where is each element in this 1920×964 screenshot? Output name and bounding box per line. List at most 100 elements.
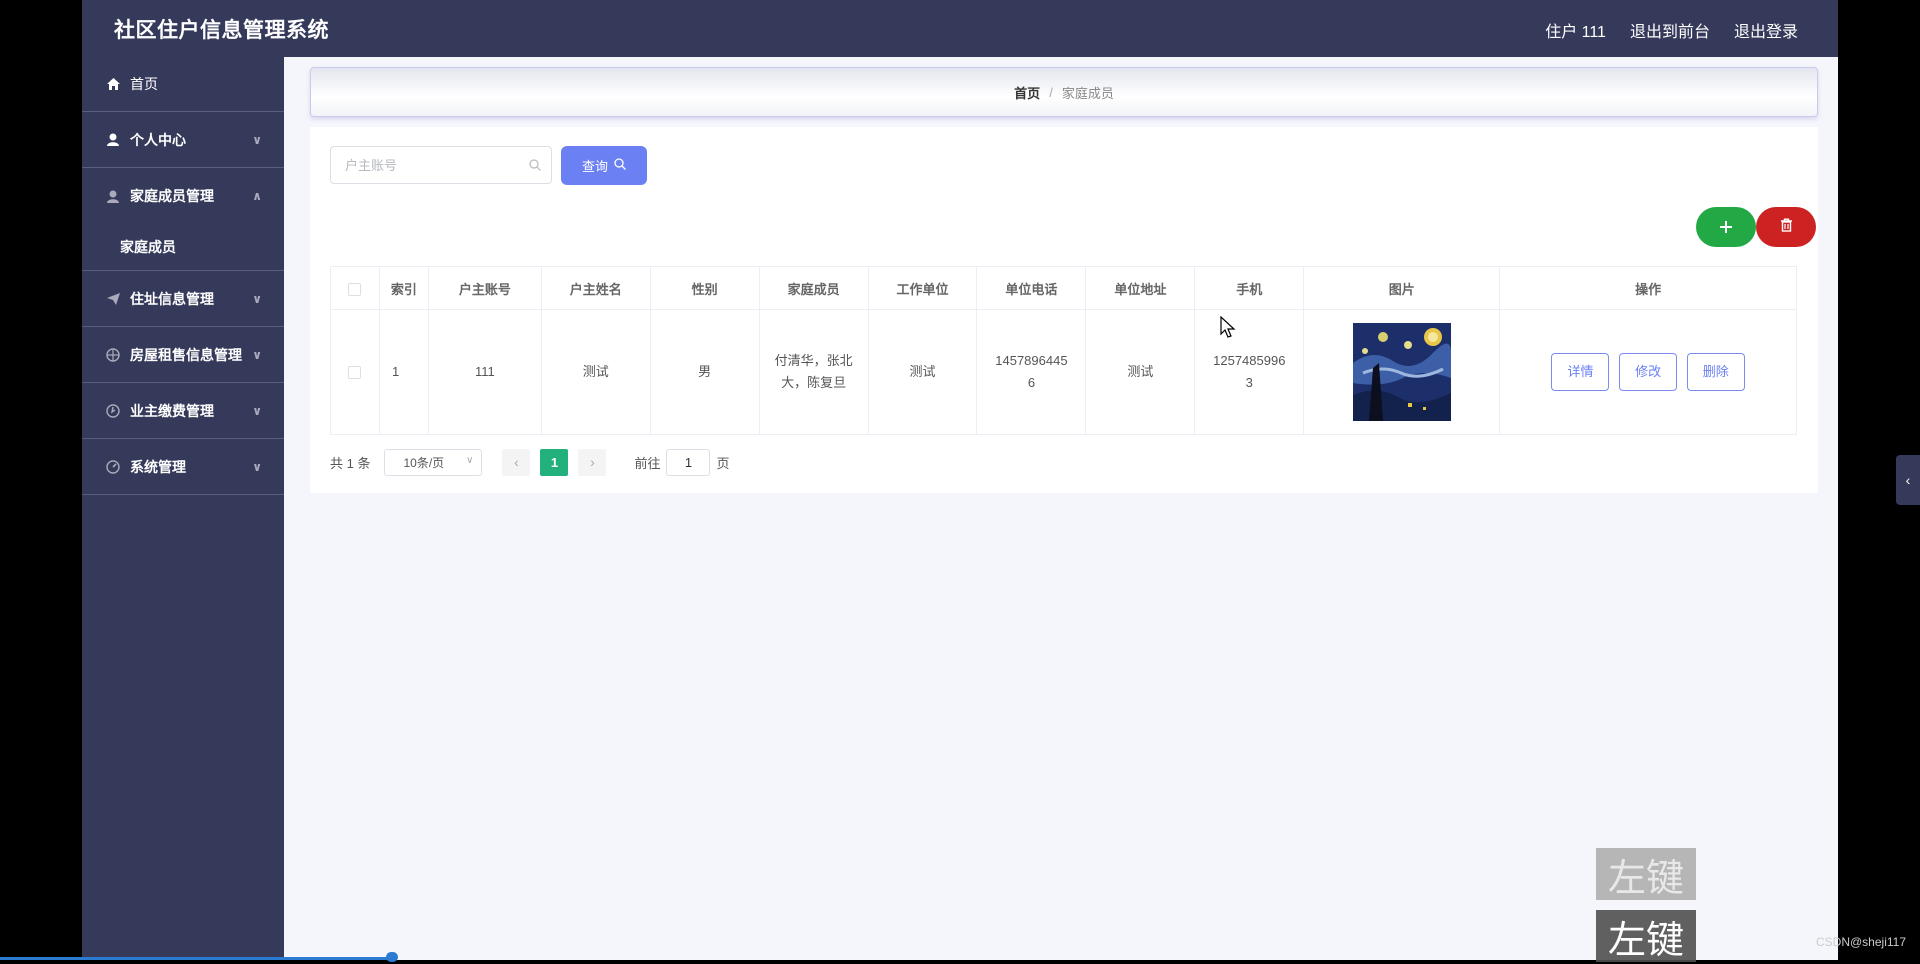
members-line: 大，陈复旦: [781, 375, 847, 390]
compass-icon: [106, 347, 120, 362]
trash-icon: [1780, 218, 1793, 237]
cell-actions: 详情 修改 删除: [1499, 309, 1797, 435]
sidebar-item-label: 个人中心: [130, 131, 186, 148]
watermark: CSDN@sheji117: [1816, 935, 1906, 949]
sidebar-item-label: 家庭成员管理: [130, 188, 214, 204]
sidebar-item-payment-mgmt[interactable]: 业主缴费管理 ∨: [82, 383, 284, 439]
chevron-down-icon: ∨: [252, 459, 262, 474]
column-header: 单位电话: [976, 266, 1087, 310]
key-press-overlay: 左键: [1596, 910, 1696, 962]
send-icon: [106, 292, 120, 306]
column-header: 性别: [649, 266, 760, 310]
chevron-left-icon: ‹: [1905, 472, 1911, 488]
search-field[interactable]: [330, 146, 552, 184]
plus-icon: [1719, 214, 1733, 240]
column-header: 家庭成员: [758, 266, 869, 310]
sidebar-item-label: 首页: [130, 76, 158, 92]
chevron-down-icon: ∨: [466, 454, 474, 466]
chevron-down-icon: ∨: [252, 132, 262, 147]
search-icon: [614, 158, 626, 173]
select-all-checkbox[interactable]: [348, 282, 362, 296]
column-header: 操作: [1499, 266, 1797, 310]
sidebar-item-label: 业主缴费管理: [130, 402, 214, 419]
sidebar: 首页 个人中心 ∨ 家庭成员管理 ∧ 家庭成员 住址信息管理 ∨ 房屋租售信息管…: [82, 57, 284, 960]
row-checkbox[interactable]: [348, 366, 362, 380]
chevron-right-icon: ›: [590, 454, 595, 470]
mobile-line: 1257485996: [1213, 353, 1286, 368]
chevron-down-icon: ∨: [252, 403, 262, 418]
header-actions: 住户 111 退出到前台 退出登录: [1545, 18, 1798, 42]
delete-button[interactable]: 删除: [1686, 353, 1745, 391]
user-icon: [106, 189, 120, 203]
sidebar-item-home[interactable]: 首页: [82, 57, 284, 112]
main-content: 查询 索引 户主账号 户主姓名 性别 家庭成员: [310, 127, 1818, 493]
cell-index: 1: [378, 309, 429, 435]
chevron-left-icon: ‹: [514, 454, 519, 470]
cell-gender: 男: [649, 309, 760, 435]
chevron-down-icon: ∨: [252, 347, 262, 362]
add-button[interactable]: [1696, 207, 1756, 247]
sidebar-item-label: 住址信息管理: [130, 290, 214, 307]
chevron-up-icon: ∧: [252, 189, 262, 203]
sidebar-item-label: 系统管理: [130, 458, 186, 475]
column-header: 户主姓名: [540, 266, 651, 310]
search-icon: [529, 158, 541, 171]
edit-button[interactable]: 修改: [1619, 353, 1678, 391]
select-all-cell: [330, 266, 380, 310]
table-row: 1 111 测试 男 付清华，张北 大，陈复旦 测试 1457896445 6 …: [330, 309, 1797, 435]
clock-icon: [106, 403, 120, 418]
row-select-cell: [330, 309, 380, 435]
sidebar-subitem-family-members[interactable]: 家庭成员: [82, 224, 284, 271]
home-icon: [106, 77, 120, 91]
pagination: 共 1 条 10条/页 ∨ ‹ 1 › 前往 1 页: [330, 448, 730, 476]
column-header: 工作单位: [867, 266, 978, 310]
column-header: 单位地址: [1085, 266, 1196, 310]
gauge-icon: [106, 459, 120, 474]
page-number-button[interactable]: 1: [540, 448, 569, 476]
key-press-overlay: 左键: [1596, 848, 1696, 900]
breadcrumb: 首页 / 家庭成员: [310, 67, 1818, 117]
breadcrumb-home[interactable]: 首页: [1014, 83, 1040, 102]
unit-phone-line: 1457896445: [995, 353, 1068, 368]
batch-delete-button[interactable]: [1756, 207, 1816, 247]
app-title: 社区住户信息管理系统: [114, 19, 329, 42]
search-input[interactable]: [331, 147, 511, 183]
sidebar-item-rental-mgmt[interactable]: 房屋租售信息管理 ∨: [82, 327, 284, 383]
cell-work-unit: 测试: [867, 309, 978, 435]
cell-unit-phone: 1457896445 6: [976, 309, 1087, 435]
query-button[interactable]: 查询: [561, 146, 647, 185]
column-header: 户主账号: [427, 266, 542, 310]
starry-night-thumbnail[interactable]: [1352, 323, 1451, 421]
logout-link[interactable]: 退出登录: [1734, 18, 1798, 42]
user-icon: [106, 133, 120, 147]
cell-name: 测试: [540, 309, 651, 435]
page-size-select[interactable]: 10条/页 ∨: [384, 448, 483, 476]
progress-handle[interactable]: [386, 952, 398, 962]
members-line: 付清华，张北: [774, 353, 853, 368]
prev-page-button[interactable]: ‹: [502, 448, 531, 476]
goto-label: 前往: [634, 455, 661, 471]
sidebar-item-profile[interactable]: 个人中心 ∨: [82, 112, 284, 168]
page-size-value: 10条/页: [403, 455, 445, 470]
column-header: 手机: [1194, 266, 1305, 310]
family-members-table: 索引 户主账号 户主姓名 性别 家庭成员 工作单位 单位电话 单位地址 手机 图…: [330, 266, 1797, 435]
goto-page-input[interactable]: 1: [666, 448, 711, 476]
cell-members: 付清华，张北 大，陈复旦: [758, 309, 869, 435]
detail-button[interactable]: 详情: [1551, 353, 1610, 391]
column-header: 图片: [1303, 266, 1501, 310]
sidebar-item-family-mgmt[interactable]: 家庭成员管理 ∧: [82, 168, 284, 224]
breadcrumb-current: 家庭成员: [1061, 85, 1114, 101]
user-label[interactable]: 住户 111: [1545, 18, 1606, 42]
mobile-line: 3: [1245, 375, 1253, 390]
sidebar-item-system-mgmt[interactable]: 系统管理 ∨: [82, 439, 284, 495]
cell-mobile: 1257485996 3: [1194, 309, 1305, 435]
mouse-cursor-icon: [1220, 315, 1236, 343]
next-page-button[interactable]: ›: [578, 448, 607, 476]
cell-unit-address: 测试: [1085, 309, 1196, 435]
sidebar-item-address-mgmt[interactable]: 住址信息管理 ∨: [82, 271, 284, 327]
back-to-front-link[interactable]: 退出到前台: [1630, 18, 1710, 42]
query-button-label: 查询: [581, 159, 608, 174]
cell-picture: [1303, 309, 1501, 435]
pagination-total: 共 1 条: [330, 455, 371, 471]
side-panel-toggle[interactable]: ‹: [1896, 455, 1920, 505]
